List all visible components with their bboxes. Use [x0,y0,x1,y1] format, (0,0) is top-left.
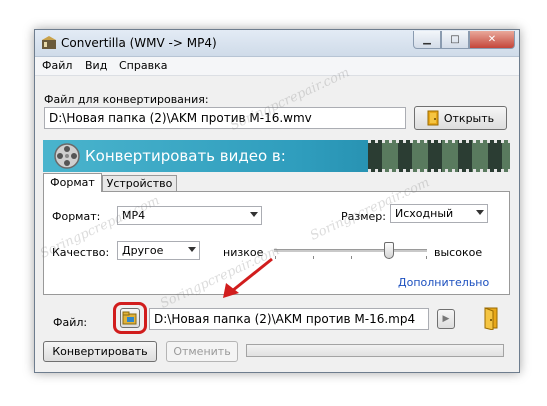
quality-select-value: Другое [122,244,164,257]
slider-tick [426,256,427,259]
quality-high-label: высокое [434,246,483,259]
open-button[interactable]: Открыть [414,106,507,130]
close-icon: ✕ [487,34,497,45]
play-icon: ▶ [442,314,450,324]
filmstrip-holes-bottom [368,169,510,172]
banner-text: Конвертировать видео в: [85,147,286,165]
maximize-icon: □ [450,34,460,45]
close-button[interactable]: ✕ [469,31,515,49]
convert-button-label: Конвертировать [52,345,148,358]
chevron-down-icon [188,247,196,252]
convert-button[interactable]: Конвертировать [43,341,157,362]
title-bar[interactable]: Convertilla (WMV -> MP4) ▁ □ ✕ [35,30,519,57]
slider-tick [351,256,352,259]
advanced-link[interactable]: Дополнительно [398,276,489,289]
tab-format[interactable]: Формат [43,173,102,192]
filmstrip-decoration [368,140,510,172]
cancel-button-label: Отменить [173,345,231,358]
menu-help[interactable]: Справка [119,59,167,72]
app-window: Convertilla (WMV -> MP4) ▁ □ ✕ Файл Вид … [34,29,520,373]
conversion-progress-bar [246,344,504,357]
window-title: Convertilla (WMV -> MP4) [61,36,217,50]
menu-bar: Файл Вид Справка [35,57,519,76]
cancel-button[interactable]: Отменить [166,341,238,362]
quality-slider-thumb[interactable] [383,242,394,259]
door-open-icon [484,307,498,331]
quality-select[interactable]: Другое [117,241,200,260]
output-file-label: Файл: [53,316,88,329]
minimize-button[interactable]: ▁ [413,31,441,49]
chevron-down-icon [250,212,258,217]
door-icon [427,110,439,126]
size-select-value: Исходный [395,207,454,220]
slider-tick [313,256,314,259]
tab-device[interactable]: Устройство [102,175,177,191]
play-output-button[interactable]: ▶ [437,309,455,329]
size-select[interactable]: Исходный [390,204,488,223]
open-output-folder-button[interactable] [482,306,500,331]
chevron-down-icon [476,210,484,215]
film-reel-icon [54,143,80,169]
convert-to-banner: Конвертировать видео в: [43,140,510,172]
quality-slider-track[interactable] [274,249,427,252]
source-file-input[interactable]: D:\Новая папка (2)\AKM против M-16.wmv [44,107,406,129]
output-folder-highlight [113,302,147,334]
menu-view[interactable]: Вид [85,59,107,72]
source-file-label: Файл для конвертирования: [44,93,209,106]
menu-file[interactable]: Файл [42,59,72,72]
maximize-button[interactable]: □ [441,31,469,49]
convertilla-app-icon [42,36,56,49]
filmstrip-holes-top [368,140,510,143]
open-button-label: Открыть [443,111,495,125]
minimize-icon: ▁ [423,34,431,45]
output-file-input[interactable]: D:\Новая папка (2)\AKM против M-16.mp4 [149,308,429,330]
